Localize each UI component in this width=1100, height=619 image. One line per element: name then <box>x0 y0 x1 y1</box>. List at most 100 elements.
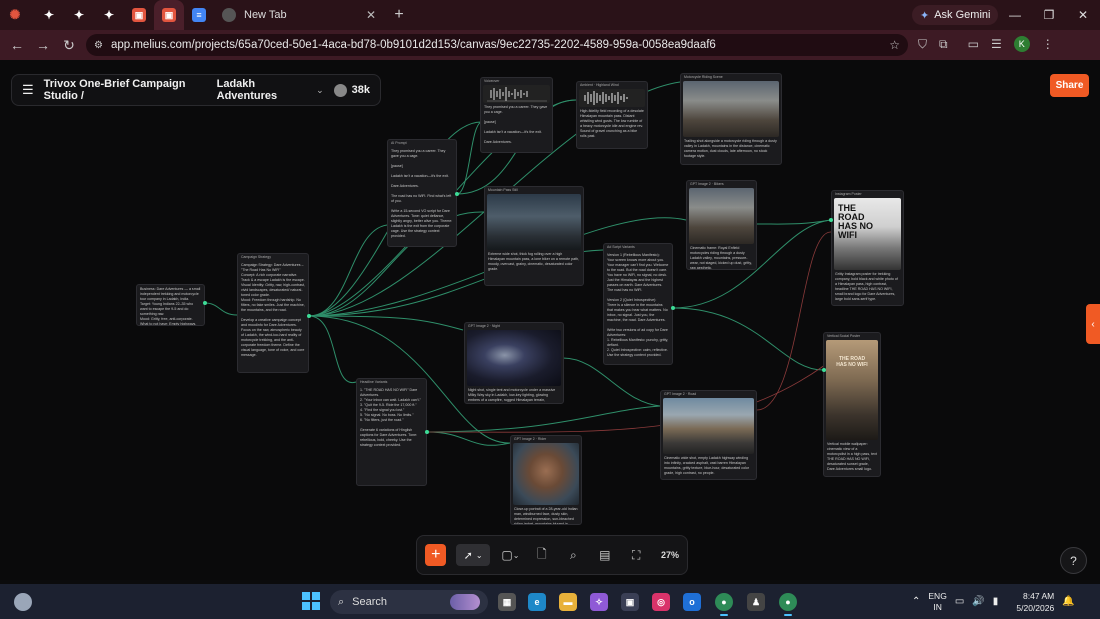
generated-image-rider[interactable] <box>513 443 579 505</box>
copilot-icon[interactable]: ✧ <box>590 593 608 611</box>
project-name[interactable]: Trivox One-Brief Campaign Studio / <box>44 78 207 102</box>
add-node-button[interactable]: + <box>425 544 447 566</box>
window-close-icon[interactable]: ✕ <box>1066 0 1100 30</box>
time: 8:47 AM <box>1023 590 1055 601</box>
new-tab-button[interactable]: + <box>388 6 410 24</box>
reload-icon[interactable]: ↻ <box>56 37 82 54</box>
chevron-down-icon[interactable]: ⌄ <box>316 85 324 96</box>
shield-icon[interactable]: ⛉ <box>918 37 927 52</box>
node-ad-script[interactable]: Ad Script Variants Version 1 (Rebellious… <box>603 243 673 365</box>
generated-image-road[interactable] <box>663 398 754 454</box>
monitor-icon[interactable]: ▭ <box>955 596 964 607</box>
back-icon[interactable]: ← <box>4 37 30 53</box>
node-bikers-image[interactable]: GPT Image 2 · Bikers Cinematic frame: Ro… <box>686 180 757 270</box>
canvas-name[interactable]: Ladakh Adventures <box>217 78 306 102</box>
help-button[interactable]: ? <box>1060 547 1087 574</box>
square-logo-icon: ▣ <box>132 8 146 22</box>
node-voiceover-audio[interactable]: Voiceover They promised you a career. Th… <box>480 77 553 153</box>
node-poster-bottom[interactable]: Vertical Social Poster THE ROAD HAS NO WI… <box>823 332 881 477</box>
hamburger-menu-icon[interactable]: ☰ <box>22 82 34 98</box>
generated-poster-bottom[interactable]: THE ROAD HAS NO WIFI <box>826 340 878 440</box>
lang-bottom: IN <box>933 601 942 612</box>
edge-icon[interactable]: e <box>528 593 546 611</box>
node-brief[interactable]: Business: Dare Adventures — a small inde… <box>136 284 205 326</box>
language-indicator[interactable]: ENG IN <box>928 591 946 613</box>
node-strategy[interactable]: Campaign Strategy Campaign Strategy: Dar… <box>237 253 309 373</box>
workflow-canvas[interactable]: ☰ Trivox One-Brief Campaign Studio / Lad… <box>0 60 1100 580</box>
address-bar[interactable]: ⚙ app.melius.com/projects/65a70ced-50e1-… <box>86 34 908 56</box>
output-port[interactable] <box>307 314 311 318</box>
tab-pinned-6[interactable]: ▣ <box>154 0 184 30</box>
app-icon[interactable]: ♟ <box>747 593 765 611</box>
notification-icon[interactable]: 🔔 <box>1062 596 1074 607</box>
output-port[interactable] <box>455 192 459 196</box>
node-rider-portrait[interactable]: GPT Image 2 · Rider Close-up portrait of… <box>510 435 582 525</box>
node-vo-script[interactable]: AI Prompt They promised you a career. Th… <box>387 139 457 247</box>
start-button[interactable] <box>302 592 320 610</box>
window-controls: — ❐ ✕ <box>998 0 1100 30</box>
chrome-taskbar-icon[interactable]: ● <box>715 593 733 616</box>
tab-pinned-4[interactable]: ✦ <box>94 0 124 30</box>
taskbar-search[interactable]: ⌕ Search <box>330 590 488 614</box>
node-riding-video[interactable]: Motorcycle Riding Scene Trailing shot al… <box>680 73 782 165</box>
tab-pinned-5[interactable]: ▣ <box>124 0 154 30</box>
select-tool-button[interactable]: ➚ ⌄ <box>456 544 490 566</box>
battery-icon[interactable]: ▮ <box>993 596 999 607</box>
node-poster-top[interactable]: Instagram Poster THE ROAD HAS NO WIFI Gritt… <box>831 190 904 306</box>
tab-pinned-3[interactable]: ✦ <box>64 0 94 30</box>
waveform-2[interactable] <box>579 89 645 107</box>
site-info-icon[interactable]: ⚙ <box>94 40 103 51</box>
generated-poster-top[interactable]: THE ROAD HAS NO WIFI <box>834 198 901 270</box>
menu-dots-icon[interactable]: ⋮ <box>1042 37 1054 51</box>
profile-avatar[interactable]: K <box>1013 36 1030 52</box>
node-ambient-audio[interactable]: Ambient · Highland Wind High-fidelity fi… <box>576 81 648 149</box>
image-search-button[interactable]: ⌕ <box>563 544 584 566</box>
cast-icon[interactable]: ▭ <box>968 37 979 51</box>
generated-image-bikers[interactable] <box>689 188 754 244</box>
volume-icon[interactable]: 🔊 <box>972 596 984 607</box>
generated-image-riding[interactable] <box>683 81 779 137</box>
store-icon[interactable]: ▣ <box>621 593 639 611</box>
side-panel-toggle[interactable]: ‹ <box>1086 304 1100 344</box>
tab-pinned-1[interactable]: ✺ <box>0 0 30 30</box>
generated-image-storm[interactable] <box>487 194 581 250</box>
tab-pinned-2[interactable]: ✦ <box>34 0 64 30</box>
outlook-icon[interactable]: o <box>683 593 701 611</box>
table-button[interactable]: ▤ <box>594 544 615 566</box>
map-icon: ⛶ <box>632 547 641 562</box>
share-button[interactable]: Share <box>1050 74 1089 97</box>
extensions-icon[interactable]: ⧉ <box>939 37 948 52</box>
node-road-image[interactable]: GPT Image 2 · Road Cinematic wide shot, … <box>660 390 757 480</box>
input-port[interactable] <box>829 218 833 222</box>
weather-icon[interactable] <box>14 593 32 611</box>
chrome-taskbar-icon-2[interactable]: ● <box>779 593 797 616</box>
restore-icon[interactable]: ❐ <box>1032 0 1066 30</box>
reading-list-icon[interactable]: ☰ <box>991 37 1002 51</box>
ask-gemini-button[interactable]: ✦ Ask Gemini <box>912 5 999 25</box>
file-explorer-icon[interactable]: ▬ <box>559 593 577 611</box>
clock[interactable]: 8:47 AM 5/20/2026 <box>1006 590 1054 614</box>
tab-pinned-7[interactable]: ≡ <box>184 0 214 30</box>
node-storm-image[interactable]: Mountain Pass Still Extreme wide shot, t… <box>484 186 584 286</box>
instagram-icon[interactable]: ◎ <box>652 593 670 611</box>
bookmark-star-icon[interactable]: ☆ <box>889 38 900 52</box>
sticky-note-button[interactable]: ▢ ⌄ <box>500 544 521 566</box>
task-view-icon[interactable]: ▦ <box>498 593 516 611</box>
credits-badge[interactable]: 38k <box>333 83 370 97</box>
output-port[interactable] <box>425 430 429 434</box>
output-port[interactable] <box>671 306 675 310</box>
output-port[interactable] <box>203 301 207 305</box>
waveform[interactable] <box>483 85 550 103</box>
input-port[interactable] <box>822 368 826 372</box>
minimize-icon[interactable]: — <box>998 0 1032 30</box>
tab-new-tab[interactable]: New Tab ✕ <box>214 0 384 30</box>
close-icon[interactable]: ✕ <box>366 8 376 22</box>
document-button[interactable]: 🗋 <box>531 544 552 566</box>
node-night-image[interactable]: GPT Image 2 · Night Night shot, single t… <box>464 322 564 404</box>
node-headlines[interactable]: Headline Variants 1. "THE ROAD HAS NO WI… <box>356 378 427 486</box>
chevron-up-icon[interactable]: ⌃ <box>912 596 920 607</box>
map-button[interactable]: ⛶ <box>626 544 647 566</box>
forward-icon[interactable]: → <box>30 37 56 53</box>
generated-image-night[interactable] <box>467 330 561 386</box>
zoom-level[interactable]: 27% <box>661 550 679 560</box>
